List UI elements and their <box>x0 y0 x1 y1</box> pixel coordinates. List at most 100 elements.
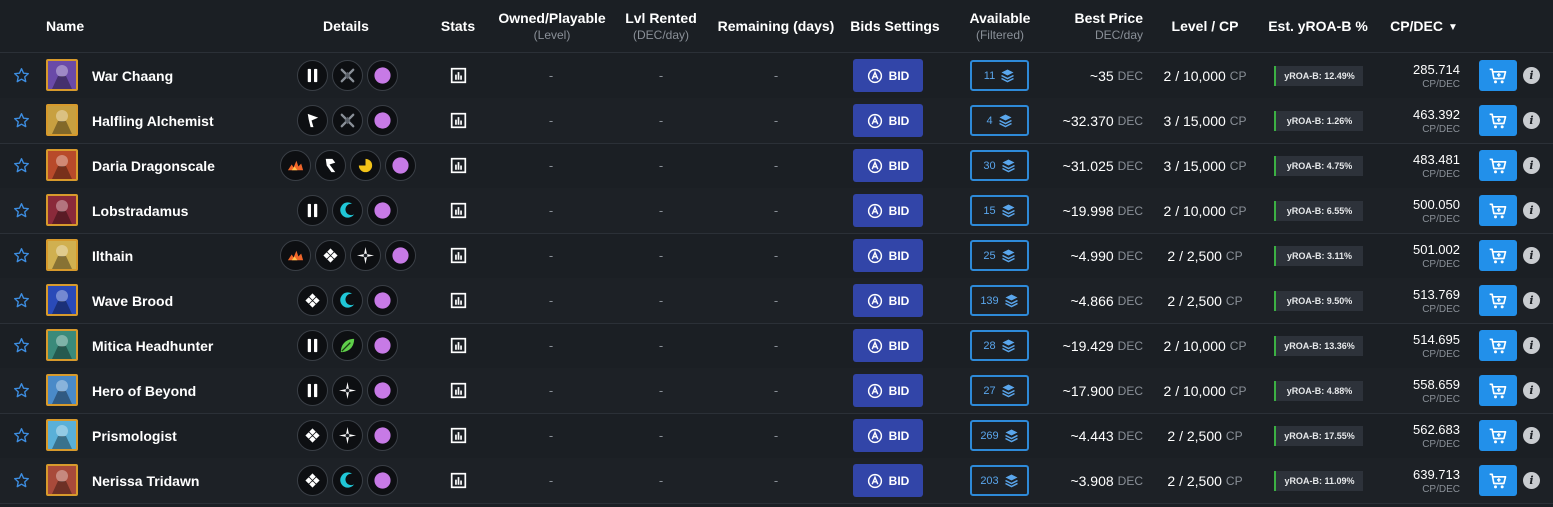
magic-diamond-icon[interactable] <box>297 420 328 451</box>
available-button[interactable]: 15 <box>970 195 1029 226</box>
header-yroa[interactable]: Est. yROA-B % <box>1262 0 1374 52</box>
earth-element-icon[interactable] <box>349 150 381 181</box>
neutral-element-icon[interactable] <box>367 60 398 91</box>
card-name[interactable]: Lobstradamus <box>92 188 188 233</box>
favorite-star-icon[interactable] <box>12 143 30 188</box>
melee-icon[interactable] <box>297 60 328 91</box>
magic-diamond-icon[interactable] <box>314 240 346 271</box>
card-thumbnail[interactable] <box>46 104 78 136</box>
info-icon[interactable]: i <box>1523 202 1540 219</box>
neutral-element-icon[interactable] <box>367 330 398 361</box>
stats-chart-icon[interactable] <box>446 458 470 503</box>
stats-chart-icon[interactable] <box>446 233 470 278</box>
magic-diamond-icon[interactable] <box>297 465 328 496</box>
life-element-icon[interactable] <box>332 420 363 451</box>
buy-cart-button[interactable] <box>1479 195 1517 226</box>
available-button[interactable]: 11 <box>970 60 1029 91</box>
buy-cart-button[interactable] <box>1479 465 1517 496</box>
bid-button[interactable]: BID <box>853 329 923 362</box>
card-thumbnail[interactable] <box>46 194 78 226</box>
favorite-star-icon[interactable] <box>12 368 30 413</box>
water-element-icon[interactable] <box>332 195 363 226</box>
favorite-star-icon[interactable] <box>12 53 30 98</box>
leaf-element-icon[interactable] <box>332 330 363 361</box>
no-attack-icon[interactable] <box>332 105 363 136</box>
stats-chart-icon[interactable] <box>446 278 470 323</box>
neutral-element-icon[interactable] <box>367 375 398 406</box>
card-thumbnail[interactable] <box>46 419 78 451</box>
stats-chart-icon[interactable] <box>446 98 470 143</box>
card-thumbnail[interactable] <box>46 239 78 271</box>
card-name[interactable]: Daria Dragonscale <box>92 143 215 188</box>
stats-chart-icon[interactable] <box>446 413 470 458</box>
info-icon[interactable]: i <box>1523 112 1540 129</box>
life-element-icon[interactable] <box>349 240 381 271</box>
available-button[interactable]: 30 <box>970 150 1029 181</box>
no-attack-icon[interactable] <box>332 60 363 91</box>
header-rented[interactable]: Lvl Rented (DEC/day) <box>610 0 712 52</box>
water-element-icon[interactable] <box>332 465 363 496</box>
card-name[interactable]: Mitica Headhunter <box>92 323 213 368</box>
available-button[interactable]: 269 <box>970 420 1029 451</box>
available-button[interactable]: 28 <box>970 330 1029 361</box>
fire-element-icon[interactable] <box>279 240 311 271</box>
ranged-icon[interactable] <box>297 105 328 136</box>
card-name[interactable]: Halfling Alchemist <box>92 98 214 143</box>
fire-element-icon[interactable] <box>279 150 311 181</box>
favorite-star-icon[interactable] <box>12 458 30 503</box>
magic-diamond-icon[interactable] <box>297 285 328 316</box>
info-icon[interactable]: i <box>1523 382 1540 399</box>
info-icon[interactable]: i <box>1523 337 1540 354</box>
card-thumbnail[interactable] <box>46 284 78 316</box>
card-name[interactable]: Wave Brood <box>92 278 173 323</box>
card-name[interactable]: Ilthain <box>92 233 133 278</box>
card-thumbnail[interactable] <box>46 149 78 181</box>
info-icon[interactable]: i <box>1523 472 1540 489</box>
favorite-star-icon[interactable] <box>12 233 30 278</box>
stats-chart-icon[interactable] <box>446 323 470 368</box>
neutral-element-icon[interactable] <box>384 150 416 181</box>
card-thumbnail[interactable] <box>46 464 78 496</box>
info-icon[interactable]: i <box>1523 157 1540 174</box>
buy-cart-button[interactable] <box>1479 375 1517 406</box>
info-icon[interactable]: i <box>1523 67 1540 84</box>
header-best-price[interactable]: Best Price DEC/day <box>1043 0 1143 52</box>
bid-button[interactable]: BID <box>853 149 923 182</box>
melee-icon[interactable] <box>297 330 328 361</box>
buy-cart-button[interactable] <box>1479 240 1517 271</box>
stats-chart-icon[interactable] <box>446 188 470 233</box>
header-cpdec[interactable]: CP/DEC ▼ <box>1382 0 1466 52</box>
bid-button[interactable]: BID <box>853 59 923 92</box>
available-button[interactable]: 4 <box>970 105 1029 136</box>
neutral-element-icon[interactable] <box>367 105 398 136</box>
info-icon[interactable]: i <box>1523 247 1540 264</box>
water-element-icon[interactable] <box>332 285 363 316</box>
bid-button[interactable]: BID <box>853 194 923 227</box>
melee-icon[interactable] <box>297 195 328 226</box>
buy-cart-button[interactable] <box>1479 150 1517 181</box>
favorite-star-icon[interactable] <box>12 323 30 368</box>
neutral-element-icon[interactable] <box>367 195 398 226</box>
bid-button[interactable]: BID <box>853 374 923 407</box>
info-icon[interactable]: i <box>1523 427 1540 444</box>
bid-button[interactable]: BID <box>853 284 923 317</box>
card-name[interactable]: Prismologist <box>92 413 177 458</box>
available-button[interactable]: 139 <box>970 285 1029 316</box>
stats-chart-icon[interactable] <box>446 368 470 413</box>
card-name[interactable]: War Chaang <box>92 53 173 98</box>
favorite-star-icon[interactable] <box>12 413 30 458</box>
header-owned[interactable]: Owned/Playable (Level) <box>494 0 610 52</box>
buy-cart-button[interactable] <box>1479 60 1517 91</box>
life-element-icon[interactable] <box>332 375 363 406</box>
favorite-star-icon[interactable] <box>12 98 30 143</box>
buy-cart-button[interactable] <box>1479 420 1517 451</box>
buy-cart-button[interactable] <box>1479 105 1517 136</box>
buy-cart-button[interactable] <box>1479 330 1517 361</box>
available-button[interactable]: 27 <box>970 375 1029 406</box>
available-button[interactable]: 25 <box>970 240 1029 271</box>
available-button[interactable]: 203 <box>970 465 1029 496</box>
card-name[interactable]: Hero of Beyond <box>92 368 196 413</box>
neutral-element-icon[interactable] <box>367 465 398 496</box>
card-thumbnail[interactable] <box>46 329 78 361</box>
bid-button[interactable]: BID <box>853 464 923 497</box>
